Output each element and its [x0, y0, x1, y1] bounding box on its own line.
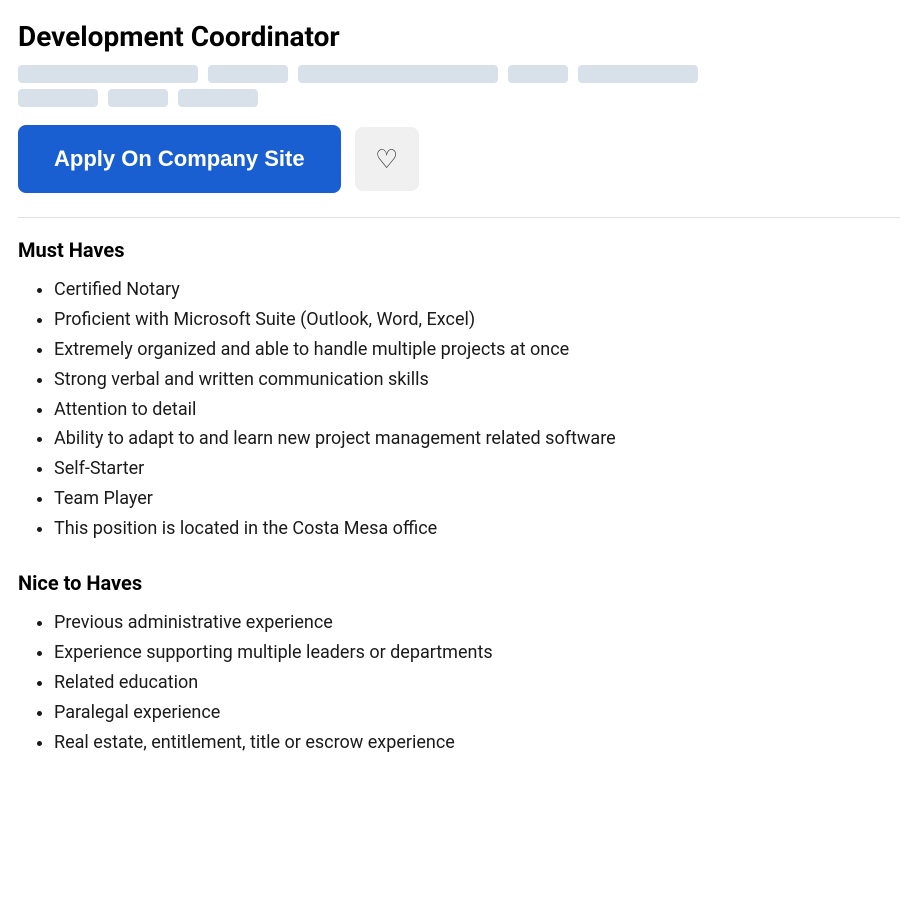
save-button[interactable]: ♡: [355, 127, 419, 191]
must-haves-title: Must Haves: [18, 238, 900, 262]
list-item: Extremely organized and able to handle m…: [54, 336, 900, 364]
list-item: Self-Starter: [54, 455, 900, 483]
list-item: Ability to adapt to and learn new projec…: [54, 425, 900, 453]
list-item: Related education: [54, 669, 900, 697]
company-info: [18, 65, 900, 107]
list-item: Previous administrative experience: [54, 609, 900, 637]
list-item: Proficient with Microsoft Suite (Outlook…: [54, 306, 900, 334]
list-item: Experience supporting multiple leaders o…: [54, 639, 900, 667]
list-item: Paralegal experience: [54, 699, 900, 727]
nice-to-haves-title: Nice to Haves: [18, 571, 900, 595]
list-item: Attention to detail: [54, 396, 900, 424]
actions-row: Apply On Company Site ♡: [18, 125, 900, 193]
nice-to-haves-list: Previous administrative experience Exper…: [18, 609, 900, 756]
nice-to-haves-section: Nice to Haves Previous administrative ex…: [18, 571, 900, 756]
must-haves-section: Must Haves Certified Notary Proficient w…: [18, 238, 900, 543]
list-item: Certified Notary: [54, 276, 900, 304]
page-title: Development Coordinator: [18, 20, 900, 53]
list-item: Strong verbal and written communication …: [54, 366, 900, 394]
list-item: Real estate, entitlement, title or escro…: [54, 729, 900, 757]
section-divider: [18, 217, 900, 218]
list-item: Team Player: [54, 485, 900, 513]
heart-icon: ♡: [375, 144, 398, 175]
must-haves-list: Certified Notary Proficient with Microso…: [18, 276, 900, 543]
apply-button[interactable]: Apply On Company Site: [18, 125, 341, 193]
list-item: This position is located in the Costa Me…: [54, 515, 900, 543]
